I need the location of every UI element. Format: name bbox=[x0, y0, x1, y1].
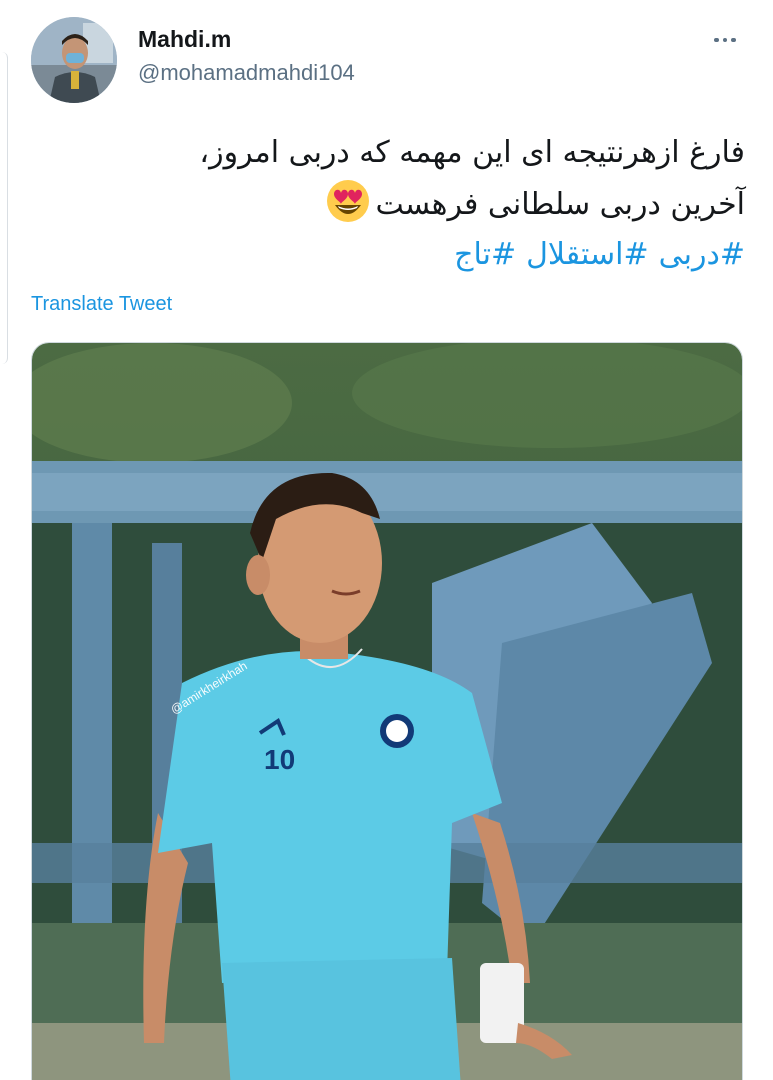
tweet-text: فارغ ازهرنتیجه ای این مهمه که دربی امروز… bbox=[45, 128, 745, 280]
side-edge-tab bbox=[0, 52, 8, 364]
hashtag-list: #دربی #استقلال #تاج bbox=[45, 230, 745, 280]
tweet-text-line-2: آخرین دربی سلطانی فرهست bbox=[375, 187, 745, 222]
translate-tweet-link[interactable]: Translate Tweet bbox=[31, 293, 172, 316]
author-handle[interactable]: @mohamadmahdi104 bbox=[138, 60, 355, 86]
tweet-media-photo[interactable] bbox=[31, 342, 743, 1080]
author-display-name[interactable]: Mahdi.m bbox=[138, 26, 231, 53]
hashtag-link[interactable]: #دربی bbox=[659, 237, 745, 272]
heart-eyes-emoji-icon bbox=[327, 180, 370, 222]
hashtag-link[interactable]: #تاج bbox=[454, 237, 516, 272]
tweet-text-line-1: فارغ ازهرنتیجه ای این مهمه که دربی امروز… bbox=[199, 135, 745, 170]
more-options-button[interactable] bbox=[705, 22, 745, 58]
hashtag-link[interactable]: #استقلال bbox=[526, 237, 649, 272]
more-horizontal-icon bbox=[712, 37, 738, 43]
avatar[interactable] bbox=[31, 17, 117, 103]
jersey-number: 10 bbox=[264, 744, 296, 775]
